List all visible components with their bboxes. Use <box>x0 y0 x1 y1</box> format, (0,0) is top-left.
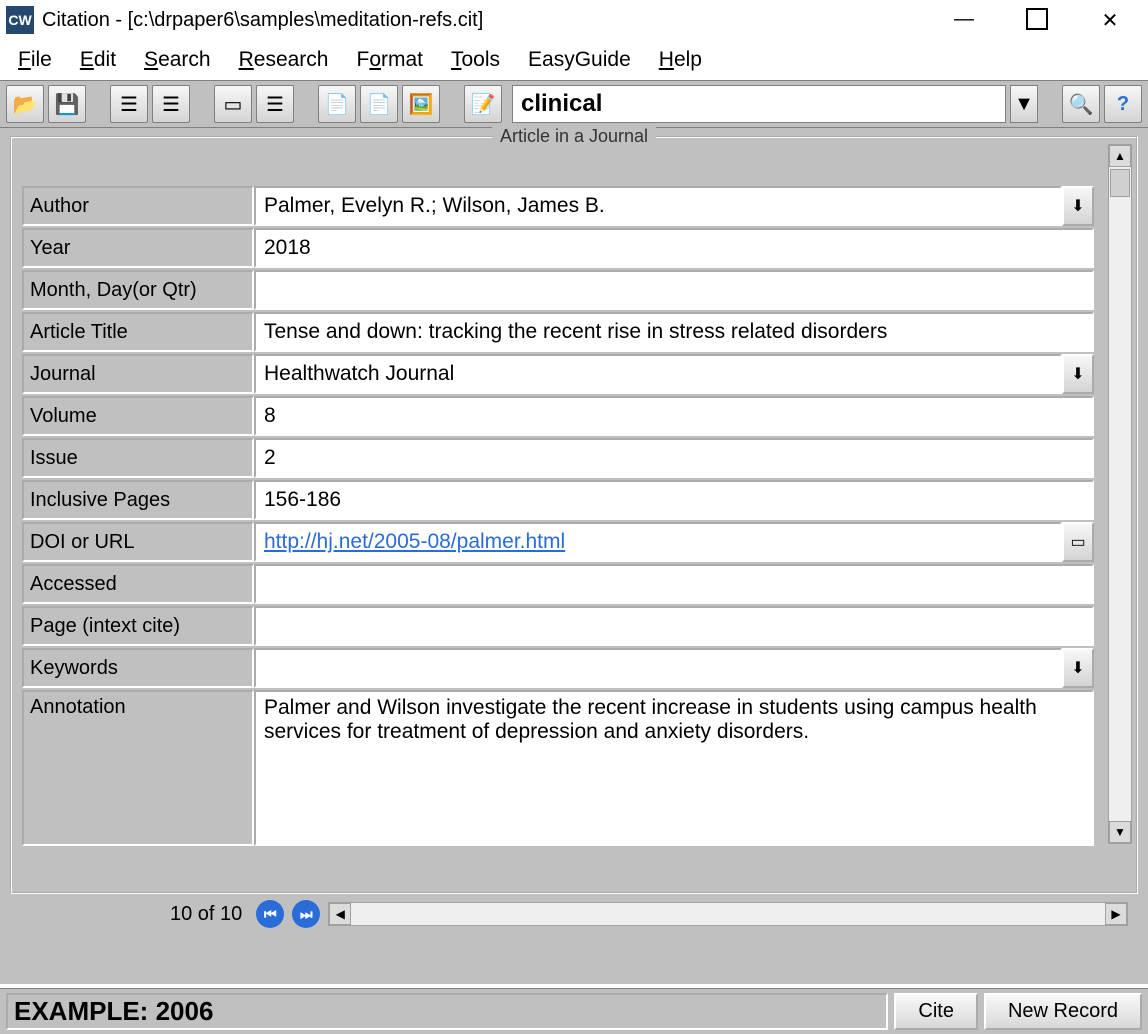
label-issue: Issue <box>22 438 254 478</box>
row-pages: Inclusive Pages 156-186 <box>22 480 1094 520</box>
tool-icon-1[interactable]: ▭ <box>214 85 252 123</box>
record-fieldset: Article in a Journal ▲ ▼ Author Palmer, … <box>10 136 1138 894</box>
save-icon[interactable]: 💾 <box>48 85 86 123</box>
label-keywords: Keywords <box>22 648 254 688</box>
picture-icon[interactable]: 🖼️ <box>402 85 440 123</box>
keywords-dropdown-button[interactable]: ⬇ <box>1062 648 1094 688</box>
row-doi: DOI or URL http://hj.net/2005-08/palmer.… <box>22 522 1094 562</box>
note-icon[interactable]: 📝 <box>464 85 502 123</box>
row-annotation: Annotation Palmer and Wilson investigate… <box>22 690 1094 846</box>
label-author: Author <box>22 186 254 226</box>
close-button[interactable]: ✕ <box>1096 8 1124 33</box>
toolbar: 📂 💾 ☰ ☰ ▭ ☰ 📄 📄 🖼️ 📝 clinical ▼ 🔍 ? <box>0 80 1148 128</box>
record-navigation: 10 of 10 ⏮ ⏭ ◀ ▶ <box>10 894 1138 934</box>
menu-edit[interactable]: Edit <box>80 48 116 72</box>
scroll-up-icon[interactable]: ▲ <box>1109 145 1131 167</box>
minimize-button[interactable]: — <box>950 8 978 33</box>
list-view-icon[interactable]: ☰ <box>110 85 148 123</box>
new-record-button[interactable]: New Record <box>984 993 1142 1030</box>
row-accessed: Accessed <box>22 564 1094 604</box>
nav-next-button[interactable]: ⏭ <box>292 900 320 928</box>
field-keywords[interactable] <box>254 648 1062 688</box>
field-volume[interactable]: 8 <box>254 396 1094 436</box>
menu-help[interactable]: Help <box>659 48 702 72</box>
record-counter: 10 of 10 <box>170 903 242 926</box>
field-annotation[interactable]: Palmer and Wilson investigate the recent… <box>254 690 1094 846</box>
label-year: Year <box>22 228 254 268</box>
label-journal: Journal <box>22 354 254 394</box>
search-value: clinical <box>521 90 602 118</box>
nav-first-button[interactable]: ⏮ <box>256 900 284 928</box>
menu-research[interactable]: Research <box>239 48 329 72</box>
scroll-thumb[interactable] <box>1110 169 1130 197</box>
field-article-title[interactable]: Tense and down: tracking the recent rise… <box>254 312 1094 352</box>
form-rows: Author Palmer, Evelyn R.; Wilson, James … <box>22 186 1094 846</box>
list-view2-icon[interactable]: ☰ <box>152 85 190 123</box>
field-doi[interactable]: http://hj.net/2005-08/palmer.html <box>254 522 1062 562</box>
row-issue: Issue 2 <box>22 438 1094 478</box>
title-bar: CW Citation - [c:\drpaper6\samples\medit… <box>0 0 1148 40</box>
field-monthday[interactable] <box>254 270 1094 310</box>
row-author: Author Palmer, Evelyn R.; Wilson, James … <box>22 186 1094 226</box>
work-area: Article in a Journal ▲ ▼ Author Palmer, … <box>0 128 1148 984</box>
tool-icon-2[interactable]: ☰ <box>256 85 294 123</box>
menu-tools[interactable]: Tools <box>451 48 500 72</box>
panel-title: Article in a Journal <box>492 126 656 147</box>
row-volume: Volume 8 <box>22 396 1094 436</box>
status-text: EXAMPLE: 2006 <box>6 993 888 1030</box>
scroll-left-icon[interactable]: ◀ <box>329 903 351 925</box>
app-icon: CW <box>6 6 34 34</box>
window-title: Citation - [c:\drpaper6\samples\meditati… <box>42 9 483 32</box>
field-author[interactable]: Palmer, Evelyn R.; Wilson, James B. <box>254 186 1062 226</box>
label-doi: DOI or URL <box>22 522 254 562</box>
row-page-intext: Page (intext cite) <box>22 606 1094 646</box>
label-volume: Volume <box>22 396 254 436</box>
field-pages[interactable]: 156-186 <box>254 480 1094 520</box>
field-accessed[interactable] <box>254 564 1094 604</box>
row-keywords: Keywords ⬇ <box>22 648 1094 688</box>
label-pages: Inclusive Pages <box>22 480 254 520</box>
help-icon[interactable]: ? <box>1104 85 1142 123</box>
label-article-title: Article Title <box>22 312 254 352</box>
doi-link[interactable]: http://hj.net/2005-08/palmer.html <box>264 530 565 554</box>
doi-browse-button[interactable]: ▭ <box>1062 522 1094 562</box>
doc-icon-1[interactable]: 📄 <box>318 85 356 123</box>
label-monthday: Month, Day(or Qtr) <box>22 270 254 310</box>
find-icon[interactable]: 🔍 <box>1062 85 1100 123</box>
row-article-title: Article Title Tense and down: tracking t… <box>22 312 1094 352</box>
row-journal: Journal Healthwatch Journal ⬇ <box>22 354 1094 394</box>
label-page-intext: Page (intext cite) <box>22 606 254 646</box>
row-year: Year 2018 <box>22 228 1094 268</box>
search-dropdown-button[interactable]: ▼ <box>1010 85 1038 123</box>
status-bar: EXAMPLE: 2006 Cite New Record <box>0 988 1148 1034</box>
window-controls: — ✕ <box>950 8 1142 33</box>
scroll-right-icon[interactable]: ▶ <box>1105 903 1127 925</box>
horizontal-scrollbar[interactable]: ◀ ▶ <box>328 902 1128 926</box>
row-monthday: Month, Day(or Qtr) <box>22 270 1094 310</box>
menu-file[interactable]: File <box>18 48 52 72</box>
search-input[interactable]: clinical <box>512 85 1006 123</box>
field-journal[interactable]: Healthwatch Journal <box>254 354 1062 394</box>
field-year[interactable]: 2018 <box>254 228 1094 268</box>
field-issue[interactable]: 2 <box>254 438 1094 478</box>
author-dropdown-button[interactable]: ⬇ <box>1062 186 1094 226</box>
menu-format[interactable]: Format <box>356 48 423 72</box>
field-page-intext[interactable] <box>254 606 1094 646</box>
doc-icon-2[interactable]: 📄 <box>360 85 398 123</box>
vertical-scrollbar[interactable]: ▲ ▼ <box>1108 144 1132 844</box>
open-icon[interactable]: 📂 <box>6 85 44 123</box>
label-annotation: Annotation <box>22 690 254 846</box>
menu-search[interactable]: Search <box>144 48 211 72</box>
label-accessed: Accessed <box>22 564 254 604</box>
maximize-button[interactable] <box>1026 8 1048 30</box>
menu-easyguide[interactable]: EasyGuide <box>528 48 631 72</box>
cite-button[interactable]: Cite <box>894 993 978 1030</box>
scroll-down-icon[interactable]: ▼ <box>1109 821 1131 843</box>
menu-bar: File Edit Search Research Format Tools E… <box>0 40 1148 80</box>
journal-dropdown-button[interactable]: ⬇ <box>1062 354 1094 394</box>
